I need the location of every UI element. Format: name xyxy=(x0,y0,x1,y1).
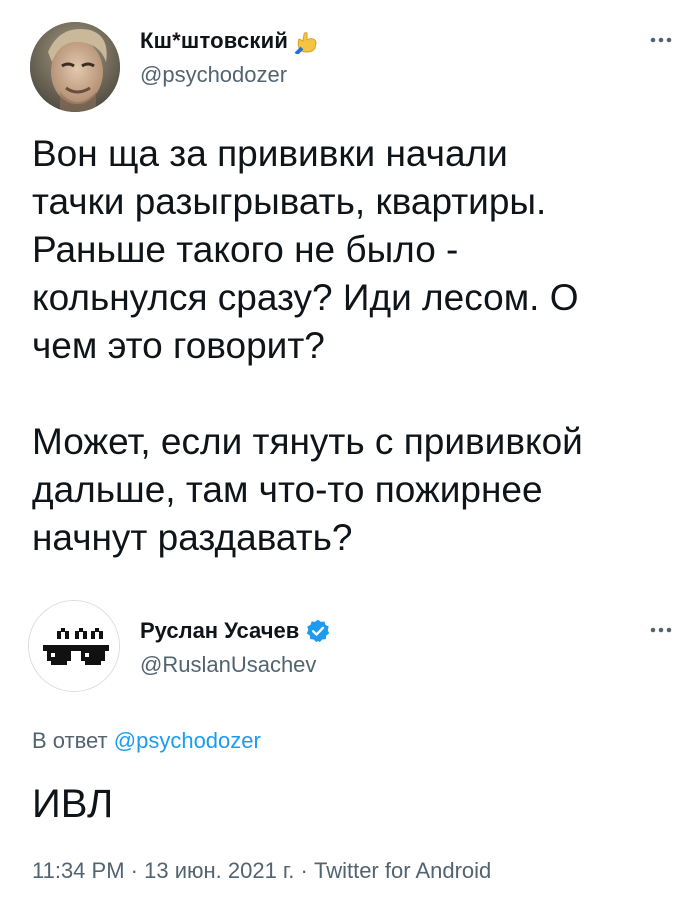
tweet-time[interactable]: 11:34 PM xyxy=(32,858,125,883)
author-name-row[interactable]: Кш*штовский xyxy=(140,28,320,56)
more-options-icon[interactable] xyxy=(644,620,678,640)
tweet-paragraph-1: Вон ща за прививки начали тачки разыгрыв… xyxy=(32,133,579,366)
tweet-body: Вон ща за прививки начали тачки разыгрыв… xyxy=(32,130,682,562)
call-me-hand-icon xyxy=(294,28,320,56)
reply-body: ИВЛ xyxy=(32,782,114,826)
author-handle[interactable]: @psychodozer xyxy=(140,62,287,88)
pixel-avatar xyxy=(29,601,119,691)
reply-author-handle[interactable]: @RuslanUsachev xyxy=(140,652,316,678)
tweet-metadata: 11:34 PM · 13 июн. 2021 г. · Twitter for… xyxy=(32,858,491,884)
author-avatar[interactable] xyxy=(30,22,120,112)
verified-badge-icon xyxy=(305,618,331,644)
tweet-header: Кш*штовский @psychodozer xyxy=(0,0,700,120)
tweet-thread: Кш*штовский @psychodozer Вон ща за приви… xyxy=(0,0,700,910)
replying-to-line: В ответ @psychodozer xyxy=(32,728,261,754)
more-options-icon[interactable] xyxy=(644,30,678,50)
tweet-date[interactable]: 13 июн. 2021 г. xyxy=(144,858,294,883)
reply-author-name-row[interactable]: Руслан Усачев xyxy=(140,618,331,644)
tweet-source[interactable]: Twitter for Android xyxy=(314,858,491,883)
author-name[interactable]: Кш*штовский xyxy=(140,28,288,54)
meta-separator: · xyxy=(300,858,308,883)
avatar-photo xyxy=(30,22,120,112)
tweet-paragraph-2: Может, если тянуть с прививкой дальше, т… xyxy=(32,421,583,558)
reply-author-name[interactable]: Руслан Усачев xyxy=(140,618,299,644)
replying-to-mention[interactable]: @psychodozer xyxy=(114,728,261,753)
replying-to-label: В ответ xyxy=(32,728,108,753)
reply-author-avatar[interactable] xyxy=(28,600,120,692)
meta-separator: · xyxy=(130,858,138,883)
